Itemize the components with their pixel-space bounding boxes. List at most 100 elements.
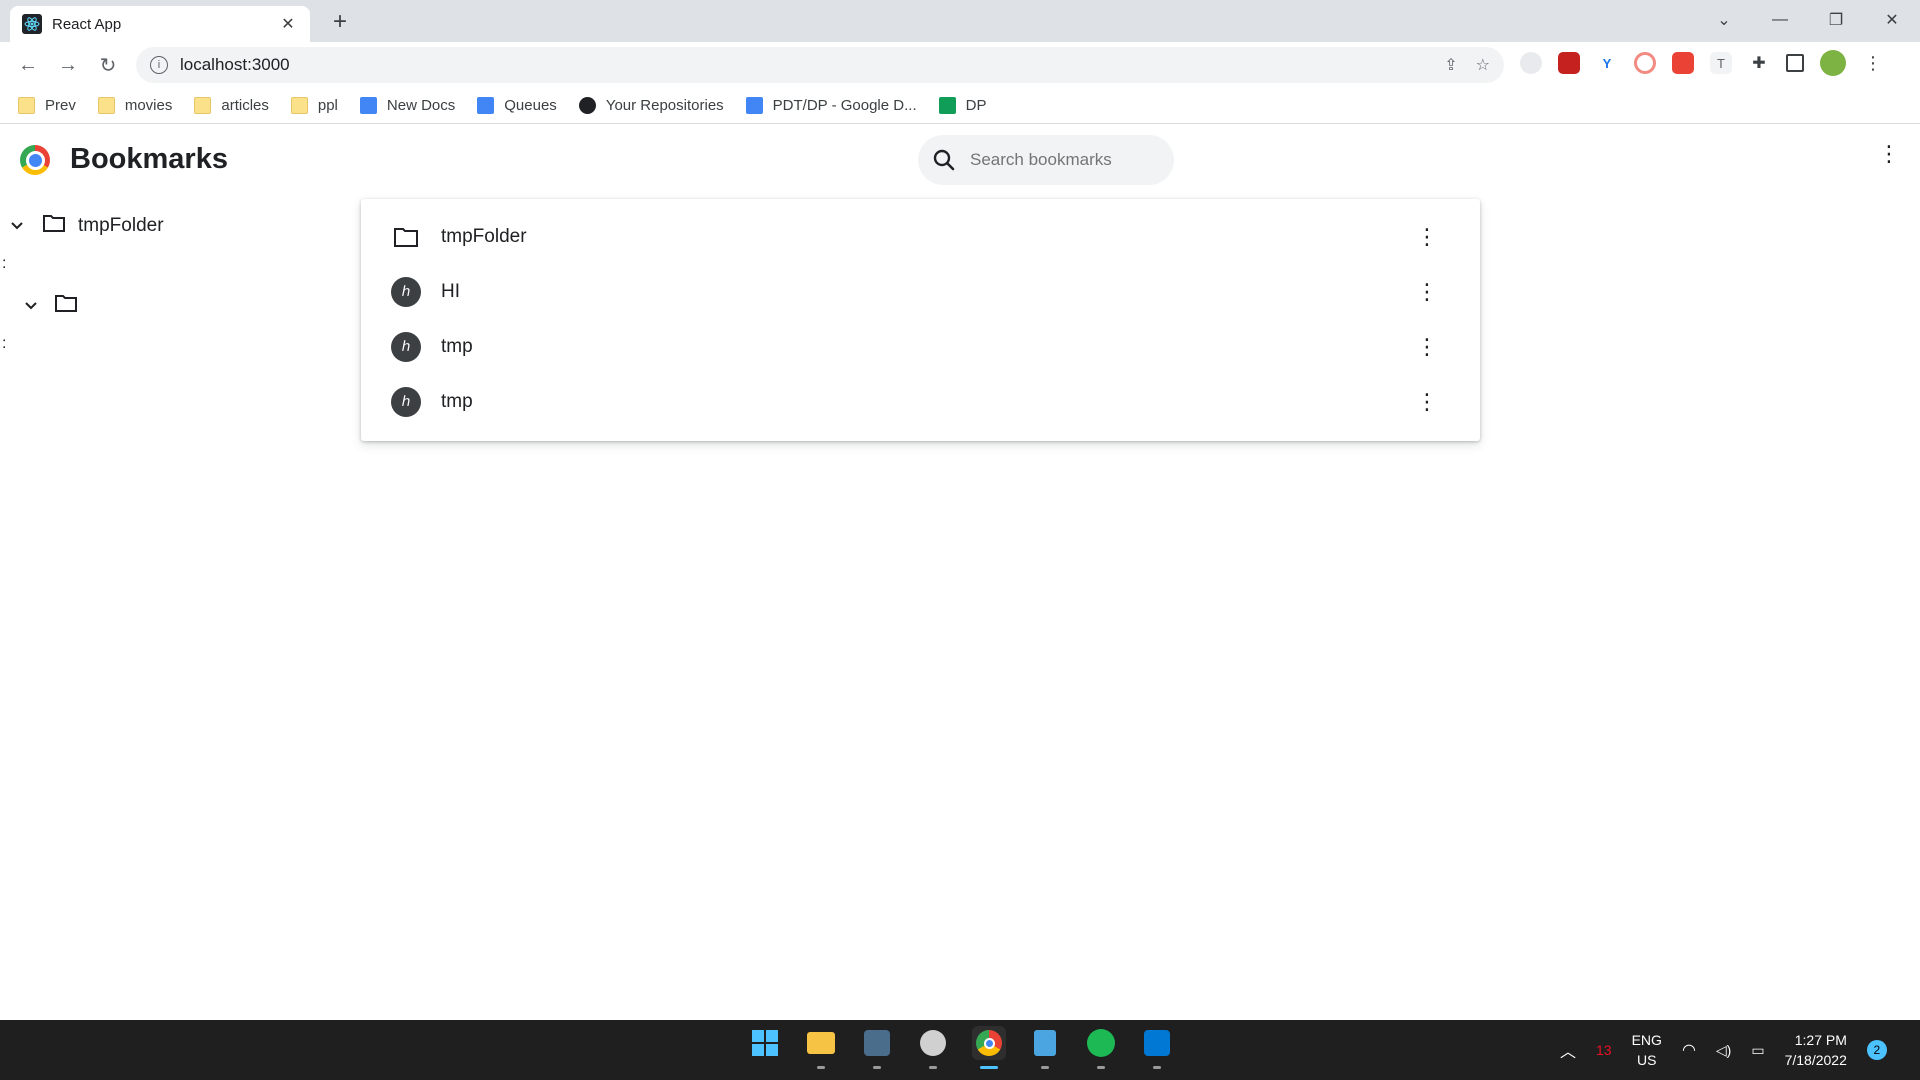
task-manager-icon[interactable] bbox=[860, 1026, 894, 1069]
file-explorer-icon[interactable] bbox=[804, 1026, 838, 1069]
bookmark-label: Your Repositories bbox=[605, 97, 724, 114]
volume-icon[interactable]: ◁) bbox=[1716, 1042, 1731, 1059]
more-vert-icon[interactable]: ⋮ bbox=[1416, 389, 1438, 415]
bookmarks-bar: Prev movies articles ppl New Docs Queues… bbox=[0, 88, 1920, 124]
chrome-menu-icon[interactable]: ⋮ bbox=[1862, 52, 1884, 74]
star-icon[interactable]: ☆ bbox=[1476, 55, 1490, 75]
close-window-button[interactable]: ✕ bbox=[1864, 0, 1920, 40]
bookmark-list: tmpFolder ⋮ ℎ HI ⋮ ℎ tmp ⋮ ℎ tmp ⋮ bbox=[361, 199, 1480, 441]
reload-button[interactable]: ↻ bbox=[90, 47, 126, 83]
extension-icon-4[interactable] bbox=[1634, 52, 1656, 74]
spotify-icon[interactable] bbox=[1084, 1026, 1118, 1069]
notepad-icon[interactable] bbox=[1028, 1026, 1062, 1069]
folder-icon bbox=[42, 213, 66, 239]
side-panel-icon[interactable] bbox=[1786, 54, 1804, 72]
restore-button[interactable]: ❐ bbox=[1808, 0, 1864, 40]
bookmark-prev[interactable]: Prev bbox=[18, 97, 76, 114]
extension-icon-1[interactable] bbox=[1520, 52, 1542, 74]
list-item[interactable]: ℎ tmp ⋮ bbox=[361, 374, 1480, 429]
back-button[interactable]: ← bbox=[10, 47, 46, 83]
bookmark-queues[interactable]: Queues bbox=[477, 97, 557, 114]
bookmark-ppl[interactable]: ppl bbox=[290, 97, 338, 114]
tree-item-unnamed[interactable] bbox=[20, 293, 78, 319]
sheets-icon bbox=[938, 97, 956, 114]
list-item-label: HI bbox=[441, 280, 460, 302]
site-info-icon[interactable]: i bbox=[150, 56, 168, 74]
tree-item-label: tmpFolder bbox=[78, 215, 164, 236]
extension-icon-3[interactable]: Y bbox=[1596, 52, 1618, 74]
bookmarks-page: Bookmarks ⋮ tmpFolder : : tmpFolder bbox=[0, 125, 1920, 1020]
extension-icon-2[interactable] bbox=[1558, 52, 1580, 74]
tab-search-icon[interactable]: ⌄ bbox=[1696, 0, 1752, 40]
list-item[interactable]: ℎ tmp ⋮ bbox=[361, 319, 1480, 374]
bookmark-dp[interactable]: DP bbox=[938, 97, 986, 114]
start-button[interactable] bbox=[748, 1026, 782, 1060]
bookmark-articles[interactable]: articles bbox=[194, 97, 269, 114]
notification-badge[interactable]: 2 bbox=[1866, 1040, 1887, 1060]
puzzle-icon[interactable]: ✚ bbox=[1748, 52, 1770, 74]
extension-icon-5[interactable] bbox=[1672, 52, 1694, 74]
github-icon bbox=[578, 97, 596, 114]
react-icon bbox=[22, 14, 42, 34]
list-item-label: tmpFolder bbox=[441, 225, 527, 247]
chevron-down-icon[interactable] bbox=[6, 218, 28, 234]
address-bar[interactable]: i localhost:3000 ⇪ ☆ bbox=[136, 47, 1504, 83]
bookmark-movies[interactable]: movies bbox=[97, 97, 173, 114]
chevron-down-icon[interactable] bbox=[20, 298, 42, 314]
lang-region: US bbox=[1637, 1052, 1657, 1068]
list-item[interactable]: tmpFolder ⋮ bbox=[361, 209, 1480, 264]
window-controls: ⌄ — ❐ ✕ bbox=[1696, 0, 1920, 40]
search-icon bbox=[933, 149, 955, 171]
bookmark-your-repositories[interactable]: Your Repositories bbox=[578, 97, 724, 114]
more-vert-icon[interactable]: ⋮ bbox=[1416, 279, 1438, 305]
tab-close-icon[interactable]: ✕ bbox=[278, 14, 298, 34]
folder-icon bbox=[97, 97, 115, 114]
docs-icon bbox=[745, 97, 763, 114]
lang-code: ENG bbox=[1631, 1032, 1662, 1048]
chrome-taskbar-icon[interactable] bbox=[972, 1026, 1006, 1069]
language-indicator[interactable]: ENG US bbox=[1632, 1030, 1662, 1070]
bookmark-label: Queues bbox=[504, 97, 557, 114]
forward-button[interactable]: → bbox=[50, 47, 86, 83]
tab-react-app[interactable]: React App ✕ bbox=[10, 6, 310, 42]
tray-badge[interactable]: 13 bbox=[1596, 1042, 1612, 1058]
system-tray: ︿ 13 ENG US ◠ ◁) ▭ 1:27 PM 7/18/2022 2 bbox=[1560, 1030, 1887, 1070]
clock[interactable]: 1:27 PM 7/18/2022 bbox=[1785, 1030, 1847, 1070]
more-vert-icon[interactable]: ⋮ bbox=[1416, 224, 1438, 250]
show-hidden-icons-icon[interactable]: ︿ bbox=[1560, 1038, 1576, 1062]
bookmark-label: movies bbox=[124, 97, 173, 114]
taskbar-apps bbox=[748, 1026, 1174, 1069]
favicon-icon: ℎ bbox=[391, 386, 421, 417]
search-input[interactable] bbox=[970, 150, 1160, 170]
new-tab-button[interactable]: + bbox=[326, 8, 354, 36]
battery-icon[interactable]: ▭ bbox=[1751, 1042, 1764, 1059]
tree-item-tmpfolder[interactable]: tmpFolder bbox=[6, 213, 164, 239]
wifi-icon[interactable]: ◠ bbox=[1682, 1040, 1696, 1060]
list-item[interactable]: ℎ HI ⋮ bbox=[361, 264, 1480, 319]
minimize-button[interactable]: — bbox=[1752, 0, 1808, 40]
search-box[interactable] bbox=[918, 135, 1174, 185]
docs-icon bbox=[359, 97, 377, 114]
favicon-icon: ℎ bbox=[391, 331, 421, 362]
share-icon[interactable]: ⇪ bbox=[1444, 55, 1457, 75]
taskbar: ︿ 13 ENG US ◠ ◁) ▭ 1:27 PM 7/18/2022 2 bbox=[0, 1020, 1920, 1080]
bookmark-new-docs[interactable]: New Docs bbox=[359, 97, 455, 114]
folder-icon bbox=[18, 97, 35, 114]
tab-strip: React App ✕ + ⌄ — ❐ ✕ bbox=[0, 0, 1920, 42]
list-item-label: tmp bbox=[441, 335, 473, 357]
chrome-logo-icon bbox=[20, 145, 50, 175]
bookmark-label: articles bbox=[221, 97, 269, 114]
url-text: localhost:3000 bbox=[180, 55, 290, 74]
extension-icon-6[interactable]: T bbox=[1710, 52, 1732, 74]
vscode-icon[interactable] bbox=[1140, 1026, 1174, 1069]
tab-title: React App bbox=[52, 15, 122, 33]
more-vert-icon[interactable]: ⋮ bbox=[1416, 334, 1438, 360]
profile-avatar[interactable] bbox=[1820, 50, 1846, 76]
folder-icon bbox=[194, 97, 212, 114]
bookmark-pdt-dp[interactable]: PDT/DP - Google D... bbox=[745, 97, 917, 114]
page-menu-icon[interactable]: ⋮ bbox=[1878, 141, 1900, 167]
favicon-icon: ℎ bbox=[391, 276, 421, 307]
extensions-area: Y T ✚ ⋮ bbox=[1520, 50, 1884, 76]
app-icon[interactable] bbox=[916, 1026, 950, 1069]
docs-icon bbox=[477, 97, 495, 114]
